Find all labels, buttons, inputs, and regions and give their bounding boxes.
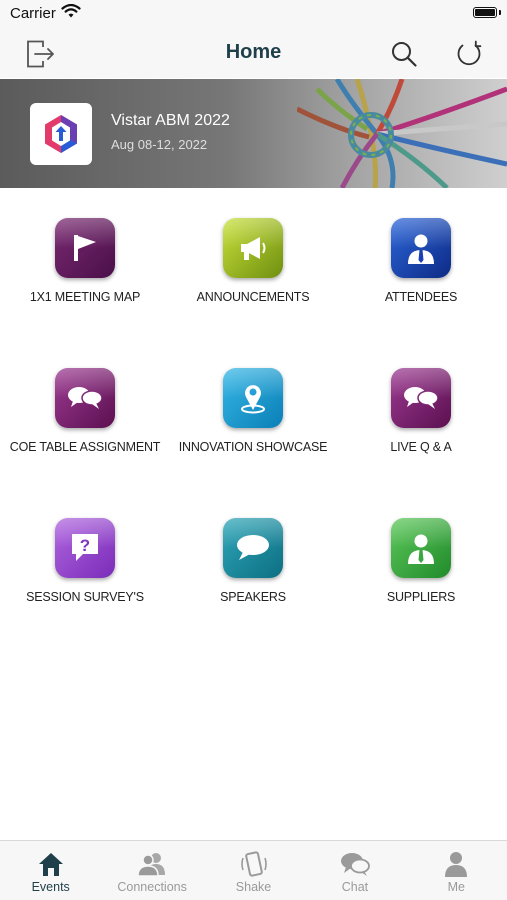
tile-label: ATTENDEES [384, 290, 458, 304]
tile-label: SPEAKERS [220, 590, 286, 604]
megaphone-icon [223, 218, 283, 278]
phone-shake-icon [203, 849, 304, 879]
chat-bubbles-icon [55, 368, 115, 428]
tile-innovation-showcase[interactable]: INNOVATION SHOWCASE [168, 368, 338, 454]
tab-me[interactable]: Me [406, 841, 507, 900]
event-logo [30, 103, 92, 165]
battery-icon [473, 7, 497, 18]
refresh-icon [457, 40, 482, 66]
search-icon [392, 42, 417, 67]
tab-chat[interactable]: Chat [304, 841, 405, 900]
refresh-button[interactable] [451, 36, 487, 72]
wifi-icon [61, 3, 81, 24]
people-icon [101, 849, 202, 879]
tile-attendees[interactable]: ATTENDEES [336, 218, 506, 304]
tab-label: Me [447, 880, 466, 894]
person-tie-icon [391, 518, 451, 578]
tab-label: Chat [341, 880, 369, 894]
tab-label: Events [31, 880, 70, 894]
tile-label: 1X1 MEETING MAP [29, 290, 141, 304]
tile-1x1-meeting-map[interactable]: 1X1 MEETING MAP [0, 218, 170, 304]
svg-text:?: ? [80, 536, 90, 555]
event-date: Aug 08-12, 2022 [111, 137, 208, 152]
tile-label: SUPPLIERS [386, 590, 456, 604]
chat-bubbles-icon [391, 368, 451, 428]
location-pin-icon [223, 368, 283, 428]
hexagon-logo-icon [45, 115, 77, 153]
ropes-image [297, 79, 507, 188]
nav-bar: Home [0, 30, 507, 78]
event-title: Vistar ABM 2022 [111, 112, 230, 129]
tile-suppliers[interactable]: SUPPLIERS [336, 518, 506, 604]
event-banner[interactable]: Vistar ABM 2022 Aug 08-12, 2022 [0, 79, 507, 188]
search-button[interactable] [386, 36, 422, 72]
tile-label: INNOVATION SHOWCASE [178, 440, 328, 454]
house-icon [0, 849, 101, 879]
tab-events[interactable]: Events [0, 841, 101, 900]
tile-announcements[interactable]: ANNOUNCEMENTS [168, 218, 338, 304]
tile-label: LIVE Q & A [390, 440, 452, 454]
tab-connections[interactable]: Connections [101, 841, 202, 900]
tile-label: SESSION SURVEY'S [26, 590, 144, 604]
tile-live-q-and-a[interactable]: LIVE Q & A [336, 368, 506, 454]
question-icon: ? [55, 518, 115, 578]
status-bar: Carrier [0, 0, 507, 30]
person-tie-icon [391, 218, 451, 278]
person-icon [406, 849, 507, 879]
tab-label: Connections [117, 880, 187, 894]
tab-label: Shake [235, 880, 272, 894]
page-title: Home [225, 41, 282, 63]
tab-bar: Events Connections Shake Chat Me [0, 840, 507, 900]
tile-session-surveys[interactable]: ? SESSION SURVEY'S [0, 518, 170, 604]
battery-cap [499, 10, 501, 15]
tile-label: COE TABLE ASSIGNMENT [9, 440, 161, 454]
tile-coe-table-assignment[interactable]: COE TABLE ASSIGNMENT [0, 368, 170, 454]
chat-icon [304, 849, 405, 879]
tile-speakers[interactable]: SPEAKERS [168, 518, 338, 604]
tab-shake[interactable]: Shake [203, 841, 304, 900]
carrier-label: Carrier [10, 5, 56, 22]
flag-icon [55, 218, 115, 278]
speech-bubble-icon [223, 518, 283, 578]
tile-label: ANNOUNCEMENTS [196, 290, 310, 304]
